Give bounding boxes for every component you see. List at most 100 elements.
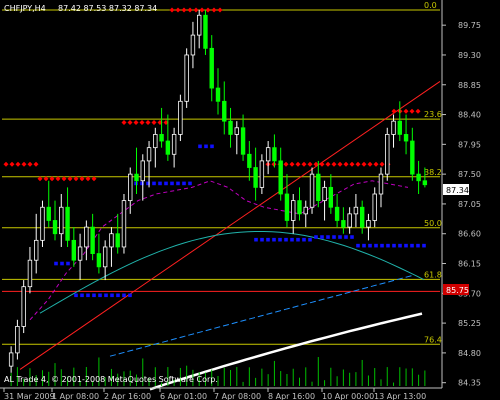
candle-bear	[397, 120, 402, 135]
candle-bear	[278, 160, 283, 195]
candle-bear	[71, 239, 77, 261]
moving-averages	[29, 180, 425, 391]
sar-dot-lower	[60, 261, 64, 266]
sar-dot-upper	[21, 161, 27, 167]
sar-dot-upper	[133, 119, 139, 125]
candle-bear	[341, 220, 346, 228]
sar-dot-upper	[181, 7, 187, 13]
sar-dot-upper	[409, 108, 415, 114]
price-tick-label: 86.15	[458, 260, 481, 269]
fib-level-label: 50.0	[424, 219, 442, 228]
sar-dot-upper	[361, 161, 367, 167]
sar-dot-lower	[198, 144, 202, 149]
candle-bear	[209, 47, 214, 89]
candle-bull	[121, 200, 127, 248]
candle-bull	[347, 213, 352, 228]
candle-bull	[40, 206, 45, 241]
red-level-label: 85.75	[446, 286, 469, 295]
candle-bull	[59, 206, 64, 235]
sar-dot-lower	[380, 243, 384, 248]
time-tick-label: 7 Apr 08:00	[214, 392, 261, 400]
sar-dot-lower	[176, 181, 180, 186]
chart-header-symbol: CHFJPY,H4	[4, 4, 46, 13]
candle-bear	[240, 127, 246, 155]
sar-dot-upper	[9, 161, 15, 167]
candle-bull	[303, 206, 308, 215]
sar-dot-lower	[260, 237, 264, 242]
sar-dot-lower	[272, 237, 276, 242]
sar-dot-lower	[254, 237, 258, 242]
candle-bull	[21, 286, 26, 327]
candle-bear	[159, 134, 164, 142]
sar-dot-lower	[350, 235, 354, 239]
sar-dot-lower	[302, 237, 306, 242]
candle-bear	[403, 134, 409, 142]
candle-bear	[272, 147, 277, 162]
candle-bull	[8, 352, 14, 367]
sar-dot-lower	[320, 235, 324, 239]
candle-bear	[422, 180, 428, 186]
sar-dot-upper	[391, 108, 397, 114]
sar-dot-lower	[66, 261, 70, 266]
sar-dot-upper	[211, 7, 217, 13]
sar-dot-upper	[301, 161, 307, 167]
candle-bull	[77, 246, 83, 261]
candle-bull	[259, 160, 265, 188]
candle-bull	[234, 127, 240, 135]
candle-bear	[253, 167, 258, 188]
price-chart[interactable]: 0.0 23.6 38.2 50.0 61.8 76.4 89.75 89.30 88.85 8…	[0, 0, 500, 400]
sar-dot-upper	[331, 161, 337, 167]
price-tick-label: 89.75	[458, 21, 481, 30]
sar-dot-lower	[332, 235, 336, 239]
sar-dot-lower	[170, 181, 174, 186]
candle-bull	[184, 54, 189, 102]
candle-bull	[353, 206, 359, 215]
sar-dot-upper	[139, 119, 145, 125]
candle-bull	[140, 160, 145, 182]
time-tick-label: 8 Apr 16:00	[268, 392, 315, 400]
candle-bear	[222, 100, 227, 122]
candle-bull	[372, 193, 377, 221]
candle-bull	[15, 326, 20, 354]
sar-dot-upper	[367, 161, 373, 167]
candle-bull	[84, 226, 89, 248]
candle-bull	[190, 34, 196, 56]
sar-dot-lower	[422, 243, 426, 248]
candle-bear	[416, 173, 421, 182]
sar-dot-upper	[337, 161, 343, 167]
candle-bull	[27, 259, 33, 288]
time-tick-label: 2 Apr 16:00	[104, 392, 151, 400]
price-tick-label: 86.60	[458, 230, 481, 239]
price-tick-label: 88.85	[458, 81, 481, 90]
sar-dot-upper	[127, 119, 133, 125]
sar-dot-lower	[158, 181, 162, 186]
sar-dot-lower	[92, 293, 96, 298]
indicator-dots	[3, 7, 426, 298]
sar-dot-lower	[210, 144, 214, 149]
sar-dot-lower	[386, 243, 390, 248]
candle-bull	[309, 173, 315, 208]
candle-bear	[96, 253, 102, 268]
chart-window[interactable]: 0.0 23.6 38.2 50.0 61.8 76.4 89.75 89.30 88.85 8…	[0, 0, 500, 400]
candle-bear	[359, 206, 365, 228]
sar-dot-upper	[205, 7, 211, 13]
sar-dot-upper	[169, 7, 175, 13]
price-tick-label: 84.80	[458, 349, 481, 358]
sar-dot-lower	[152, 181, 156, 186]
sar-dot-upper	[121, 119, 127, 125]
sar-dot-lower	[374, 243, 378, 248]
candle-bear	[334, 206, 340, 221]
time-tick-label: 13 Apr 13:00	[374, 392, 426, 400]
time-tick-label: 10 Apr 00:00	[322, 392, 374, 400]
sar-dot-upper	[343, 161, 349, 167]
price-tick-label: 87.50	[458, 170, 481, 179]
sar-dot-upper	[349, 161, 355, 167]
sar-dot-upper	[27, 161, 33, 167]
sar-dot-upper	[33, 161, 39, 167]
sar-dot-lower	[104, 293, 108, 298]
candle-bear	[228, 120, 233, 135]
sar-dot-lower	[204, 144, 208, 149]
sar-dot-lower	[80, 293, 84, 298]
sar-dot-lower	[392, 243, 396, 248]
sar-dot-lower	[338, 235, 342, 239]
